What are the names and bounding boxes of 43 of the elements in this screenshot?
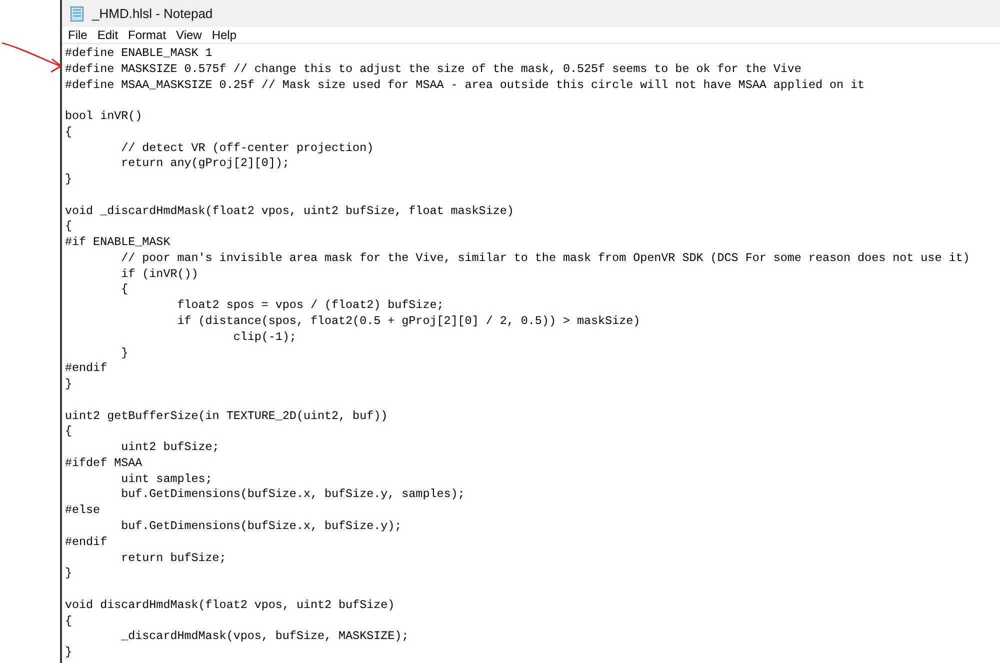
code-line: void _discardHmdMask(float2 vpos, uint2 bufSize, float maskSize) [65, 204, 515, 220]
menu-item[interactable]: File [68, 26, 88, 44]
code-line: #else [65, 503, 102, 519]
code-line: #endif [65, 534, 108, 550]
code-line: } [120, 346, 130, 362]
code-line: } [65, 566, 74, 582]
code-line: if (inVR()) [120, 266, 200, 282]
code-line: bool inVR() [65, 109, 144, 125]
window-title: _HMD.hlsl - Notepad [92, 4, 213, 23]
code-line: void discardHmdMask(float2 vpos, uint2 bufSize) [65, 598, 396, 614]
annotation-arrow [0, 40, 64, 74]
code-line: // poor man's invisible area mask for the Vive, similar to the mask from OpenVR SDK (DCS For some reason does not use it) [120, 250, 971, 267]
menu-item[interactable]: Help [212, 26, 237, 44]
code-line: #define MASKSIZE 0.575f // change this to adjust the size of the mask, 0.525f seems to be ok for the Vive [65, 62, 802, 78]
menu-item[interactable]: Edit [97, 26, 118, 44]
code-line: } [65, 645, 74, 661]
menu-item[interactable]: Format [128, 26, 166, 44]
code-line: } [65, 377, 74, 393]
code-line: #endif [65, 361, 108, 378]
code-line: } [65, 172, 74, 188]
code-line: #if ENABLE_MASK [65, 235, 172, 251]
code-line: uint2 bufSize; [120, 440, 220, 456]
code-line: { [65, 124, 74, 141]
code-line: // detect VR (off-center projection) [120, 140, 375, 156]
code-line: #ifdef MSAA [65, 456, 144, 472]
code-line: if (distance(spos, float2(0.5 + gProj[2][0] / 2, 0.5)) > maskSize) [176, 314, 642, 330]
code-line: clip(-1); [232, 330, 298, 346]
code-line: { [65, 219, 74, 236]
code-line: uint2 getBufferSize(in TEXTURE_2D(uint2, buf)) [65, 408, 389, 424]
code-line: return any(gProj[2][0]); [120, 156, 290, 172]
code-line: { [120, 282, 130, 298]
code-line: buf.GetDimensions(bufSize.x, bufSize.y, samples); [120, 487, 466, 504]
code-line: float2 spos = vpos / (float2) bufSize; [176, 298, 445, 314]
code-line: buf.GetDimensions(bufSize.x, bufSize.y); [120, 518, 403, 535]
menu-item[interactable]: View [176, 26, 202, 44]
code-line: #define ENABLE_MASK 1 [65, 46, 214, 62]
code-line: { [65, 424, 74, 440]
code-line: return bufSize; [120, 550, 228, 566]
code-line: { [65, 614, 74, 630]
code-line: _discardHmdMask(vpos, bufSize, MASKSIZE); [120, 629, 410, 646]
code-line: #define MSAA_MASKSIZE 0.25f // Mask size used for MSAA - area outside this circle will not have MSAA applied on it [65, 78, 866, 94]
notepad-icon [70, 6, 84, 22]
code-line: uint samples; [120, 472, 214, 488]
